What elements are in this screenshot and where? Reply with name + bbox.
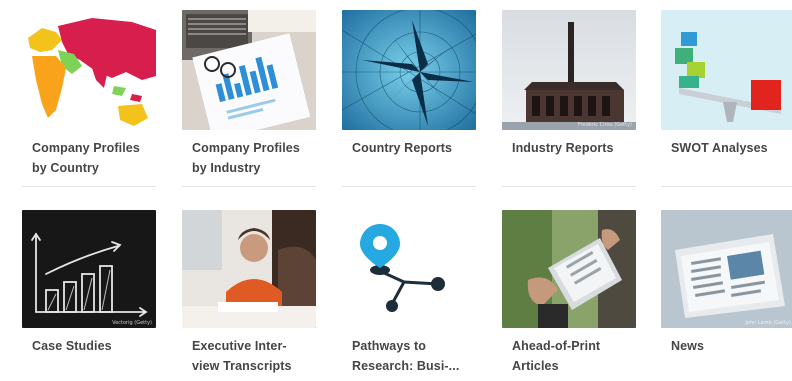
tile-label-line2: Articles [512, 359, 559, 373]
compass-rose-icon [342, 10, 476, 130]
tile-ahead-of-print-articles[interactable]: Ahead-of-Print Articles [502, 210, 636, 376]
tile-label-line1: Company Profiles [32, 141, 140, 155]
photo-credit: Frederic Cirou (Getty) [578, 122, 632, 128]
tile-executive-interview-transcripts[interactable]: Executive Inter- view Transcripts [182, 210, 316, 376]
location-path-icon [342, 210, 476, 328]
photo-credit: John Lamb (Getty) [745, 320, 791, 326]
tile-label-line2: by Country [32, 161, 99, 175]
tile-label-line1: Country Reports [352, 141, 453, 155]
tile-label-line1: SWOT Analyses [671, 141, 768, 155]
tile-label-line1: Company Profiles [192, 141, 300, 155]
tile-pathways-to-research[interactable]: Pathways to Research: Busi-... [342, 210, 476, 376]
tile-label-line1: Pathways to [352, 339, 427, 353]
divider [182, 186, 316, 187]
executive-photo-icon [182, 210, 316, 328]
divider [22, 186, 156, 187]
world-map-icon [22, 10, 156, 130]
divider [342, 186, 476, 187]
divider [502, 186, 636, 187]
tile-label-line1: Ahead-of-Print [512, 339, 601, 353]
tile-label-line2: by Industry [192, 161, 261, 175]
photo-credit: Vectorig (Getty) [112, 320, 152, 326]
industry-charts-icon [182, 10, 316, 130]
tile-industry-reports[interactable]: Frederic Cirou (Getty) Industry Reports [502, 10, 636, 187]
tile-label-line2: Research: Busi-... [352, 359, 460, 373]
tile-label-line2: view Transcripts [192, 359, 292, 373]
balance-scale-icon [661, 10, 792, 130]
divider [661, 186, 792, 187]
tile-company-profiles-by-country[interactable]: Company Profiles by Country [22, 10, 156, 187]
tile-label-line1: Executive Inter- [192, 339, 287, 353]
tablet-reading-icon [502, 210, 636, 328]
tile-news[interactable]: John Lamb (Getty) News [661, 210, 792, 356]
tile-country-reports[interactable]: Country Reports [342, 10, 476, 187]
tile-company-profiles-by-industry[interactable]: Company Profiles by Industry [182, 10, 316, 187]
tile-label-line1: Industry Reports [512, 141, 614, 155]
chalkboard-chart-icon: Vectorig (Getty) [22, 210, 156, 328]
tile-label-line1: Case Studies [32, 339, 112, 353]
tile-swot-analyses[interactable]: SWOT Analyses [661, 10, 792, 187]
factory-icon: Frederic Cirou (Getty) [502, 10, 636, 130]
newspapers-icon: John Lamb (Getty) [661, 210, 792, 328]
tile-label-line1: News [671, 339, 705, 353]
tile-case-studies[interactable]: Vectorig (Getty) Case Studies [22, 210, 156, 356]
